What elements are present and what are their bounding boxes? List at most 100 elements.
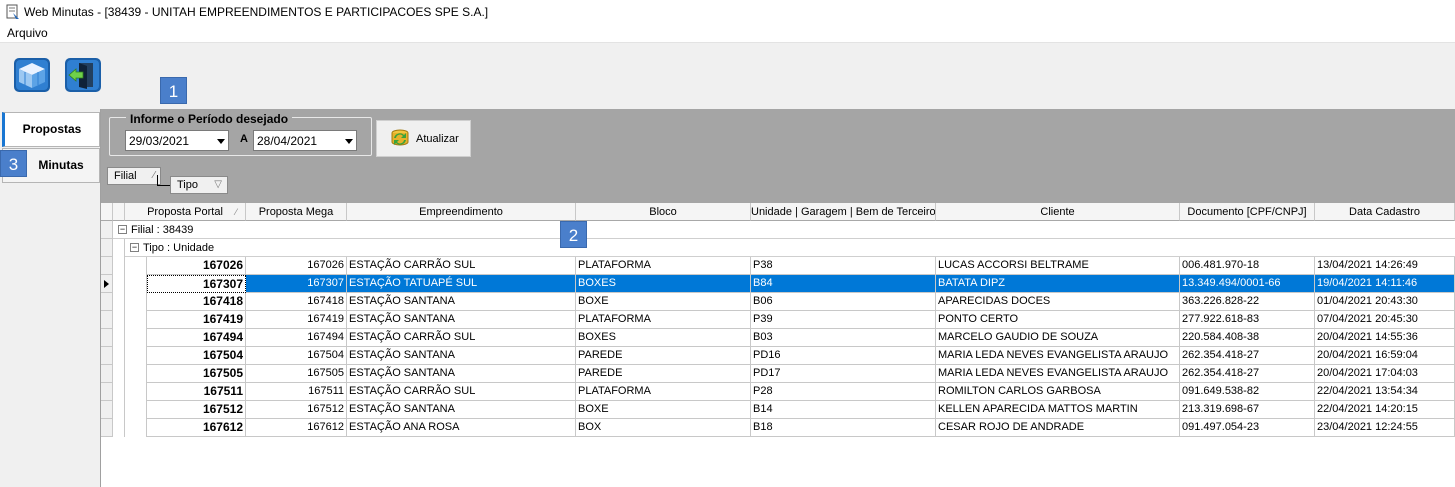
cell-unidade[interactable]: B14 bbox=[751, 401, 936, 419]
row-indicator[interactable] bbox=[101, 293, 113, 311]
table-row[interactable]: 167307 167307 ESTAÇÃO TATUAPÉ SUL BOXES B84 B… bbox=[101, 275, 1455, 293]
cell-cliente[interactable]: MARCELO GAUDIO DE SOUZA bbox=[936, 329, 1180, 347]
cell-data-cadastro[interactable]: 22/04/2021 13:54:34 bbox=[1315, 383, 1455, 401]
cell-proposta-portal[interactable]: 167494 bbox=[147, 329, 246, 347]
group-row-filial[interactable]: − Filial : 38439 bbox=[113, 221, 1455, 239]
cell-empreendimento[interactable]: ESTAÇÃO SANTANA bbox=[347, 311, 576, 329]
row-indicator[interactable] bbox=[101, 329, 113, 347]
row-indicator[interactable] bbox=[101, 383, 113, 401]
cell-data-cadastro[interactable]: 20/04/2021 17:04:03 bbox=[1315, 365, 1455, 383]
cell-proposta-portal[interactable]: 167511 bbox=[147, 383, 246, 401]
row-indicator[interactable] bbox=[101, 275, 113, 293]
row-indicator[interactable] bbox=[101, 257, 113, 275]
cell-proposta-mega[interactable]: 167419 bbox=[246, 311, 347, 329]
table-row[interactable]: 167419 167419 ESTAÇÃO SANTANA PLATAFORMA P39… bbox=[101, 311, 1455, 329]
row-indicator[interactable] bbox=[101, 401, 113, 419]
col-header-bloco[interactable]: Bloco bbox=[576, 203, 751, 221]
table-row[interactable]: 167418 167418 ESTAÇÃO SANTANA BOXE B06 APAREC… bbox=[101, 293, 1455, 311]
col-header-cliente[interactable]: Cliente bbox=[936, 203, 1180, 221]
cell-documento[interactable]: 13.349.494/0001-66 bbox=[1180, 275, 1315, 293]
group-chip-filial[interactable]: Filial ⁄ bbox=[107, 167, 161, 185]
collapse-icon[interactable]: − bbox=[118, 225, 127, 234]
cell-bloco[interactable]: PLATAFORMA bbox=[576, 383, 751, 401]
cell-proposta-portal[interactable]: 167504 bbox=[147, 347, 246, 365]
table-row[interactable]: 167494 167494 ESTAÇÃO CARRÃO SUL BOXES B03 MA… bbox=[101, 329, 1455, 347]
cell-bloco[interactable]: BOX bbox=[576, 419, 751, 437]
row-indicator[interactable] bbox=[101, 365, 113, 383]
cell-data-cadastro[interactable]: 13/04/2021 14:26:49 bbox=[1315, 257, 1455, 275]
col-header-data-cadastro[interactable]: Data Cadastro bbox=[1315, 203, 1455, 221]
cell-proposta-mega[interactable]: 167307 bbox=[246, 275, 347, 293]
cell-empreendimento[interactable]: ESTAÇÃO SANTANA bbox=[347, 401, 576, 419]
exit-door-icon[interactable] bbox=[63, 56, 103, 94]
cell-proposta-portal[interactable]: 167418 bbox=[147, 293, 246, 311]
cell-documento[interactable]: 262.354.418-27 bbox=[1180, 365, 1315, 383]
row-indicator[interactable] bbox=[101, 419, 113, 437]
date-to-picker[interactable]: 28/04/2021 bbox=[253, 130, 357, 151]
table-row[interactable]: 167511 167511 ESTAÇÃO CARRÃO SUL PLATAFORMA… bbox=[101, 383, 1455, 401]
tab-propostas[interactable]: Propostas bbox=[2, 112, 100, 147]
cell-cliente[interactable]: LUCAS ACCORSI BELTRAME bbox=[936, 257, 1180, 275]
table-row[interactable]: 167504 167504 ESTAÇÃO SANTANA PAREDE PD16 MAR… bbox=[101, 347, 1455, 365]
cell-unidade[interactable]: B06 bbox=[751, 293, 936, 311]
group-chip-tipo[interactable]: Tipo ▽ bbox=[170, 176, 228, 194]
cell-bloco[interactable]: BOXES bbox=[576, 329, 751, 347]
cell-unidade[interactable]: P28 bbox=[751, 383, 936, 401]
cell-data-cadastro[interactable]: 20/04/2021 16:59:04 bbox=[1315, 347, 1455, 365]
cell-empreendimento[interactable]: ESTAÇÃO TATUAPÉ SUL bbox=[347, 275, 576, 293]
cell-unidade[interactable]: P38 bbox=[751, 257, 936, 275]
cell-proposta-mega[interactable]: 167494 bbox=[246, 329, 347, 347]
cell-data-cadastro[interactable]: 07/04/2021 20:45:30 bbox=[1315, 311, 1455, 329]
cell-bloco[interactable]: BOXES bbox=[576, 275, 751, 293]
cell-documento[interactable]: 277.922.618-83 bbox=[1180, 311, 1315, 329]
group-row-tipo[interactable]: − Tipo : Unidade bbox=[125, 239, 1455, 257]
cell-unidade[interactable]: B18 bbox=[751, 419, 936, 437]
date-from-picker[interactable]: 29/03/2021 bbox=[125, 130, 229, 151]
cell-documento[interactable]: 262.354.418-27 bbox=[1180, 347, 1315, 365]
cell-cliente[interactable]: KELLEN APARECIDA MATTOS MARTIN bbox=[936, 401, 1180, 419]
table-row[interactable]: 167505 167505 ESTAÇÃO SANTANA PAREDE PD17 MAR… bbox=[101, 365, 1455, 383]
cell-documento[interactable]: 091.649.538-82 bbox=[1180, 383, 1315, 401]
col-header-empreendimento[interactable]: Empreendimento bbox=[347, 203, 576, 221]
cell-empreendimento[interactable]: ESTAÇÃO CARRÃO SUL bbox=[347, 257, 576, 275]
cell-proposta-portal[interactable]: 167026 bbox=[147, 257, 246, 275]
collapse-icon[interactable]: − bbox=[130, 243, 139, 252]
cell-proposta-mega[interactable]: 167612 bbox=[246, 419, 347, 437]
cell-data-cadastro[interactable]: 22/04/2021 14:20:15 bbox=[1315, 401, 1455, 419]
cell-bloco[interactable]: BOXE bbox=[576, 401, 751, 419]
cell-proposta-mega[interactable]: 167511 bbox=[246, 383, 347, 401]
cell-cliente[interactable]: ROMILTON CARLOS GARBOSA bbox=[936, 383, 1180, 401]
cell-documento[interactable]: 091.497.054-23 bbox=[1180, 419, 1315, 437]
cell-unidade[interactable]: B84 bbox=[751, 275, 936, 293]
cell-unidade[interactable]: PD16 bbox=[751, 347, 936, 365]
cell-empreendimento[interactable]: ESTAÇÃO SANTANA bbox=[347, 347, 576, 365]
building-icon[interactable] bbox=[12, 56, 52, 94]
cell-cliente[interactable]: PONTO CERTO bbox=[936, 311, 1180, 329]
table-row[interactable]: 167026 167026 ESTAÇÃO CARRÃO SUL PLATAFORMA… bbox=[101, 257, 1455, 275]
col-header-documento[interactable]: Documento [CPF/CNPJ] bbox=[1180, 203, 1315, 221]
cell-empreendimento[interactable]: ESTAÇÃO ANA ROSA bbox=[347, 419, 576, 437]
chevron-down-icon[interactable] bbox=[217, 139, 225, 144]
refresh-button[interactable]: Atualizar bbox=[376, 120, 471, 157]
cell-cliente[interactable]: BATATA DIPZ bbox=[936, 275, 1180, 293]
cell-data-cadastro[interactable]: 20/04/2021 14:55:36 bbox=[1315, 329, 1455, 347]
cell-empreendimento[interactable]: ESTAÇÃO SANTANA bbox=[347, 293, 576, 311]
cell-proposta-mega[interactable]: 167026 bbox=[246, 257, 347, 275]
table-row[interactable]: 167612 167612 ESTAÇÃO ANA ROSA BOX B18 CESAR … bbox=[101, 419, 1455, 437]
menu-arquivo[interactable]: Arquivo bbox=[7, 26, 48, 40]
cell-bloco[interactable]: PLATAFORMA bbox=[576, 311, 751, 329]
cell-documento[interactable]: 006.481.970-18 bbox=[1180, 257, 1315, 275]
col-header-proposta-portal[interactable]: Proposta Portal ⁄ bbox=[125, 203, 246, 221]
cell-bloco[interactable]: PAREDE bbox=[576, 365, 751, 383]
cell-unidade[interactable]: B03 bbox=[751, 329, 936, 347]
cell-proposta-portal[interactable]: 167612 bbox=[147, 419, 246, 437]
cell-cliente[interactable]: MARIA LEDA NEVES EVANGELISTA ARAUJO bbox=[936, 347, 1180, 365]
cell-documento[interactable]: 213.319.698-67 bbox=[1180, 401, 1315, 419]
cell-proposta-portal[interactable]: 167512 bbox=[147, 401, 246, 419]
col-header-proposta-mega[interactable]: Proposta Mega bbox=[246, 203, 347, 221]
cell-bloco[interactable]: PAREDE bbox=[576, 347, 751, 365]
table-row[interactable]: 167512 167512 ESTAÇÃO SANTANA BOXE B14 KELLEN… bbox=[101, 401, 1455, 419]
row-indicator[interactable] bbox=[101, 347, 113, 365]
row-indicator[interactable] bbox=[101, 311, 113, 329]
cell-proposta-portal[interactable]: 167307 bbox=[147, 275, 246, 293]
